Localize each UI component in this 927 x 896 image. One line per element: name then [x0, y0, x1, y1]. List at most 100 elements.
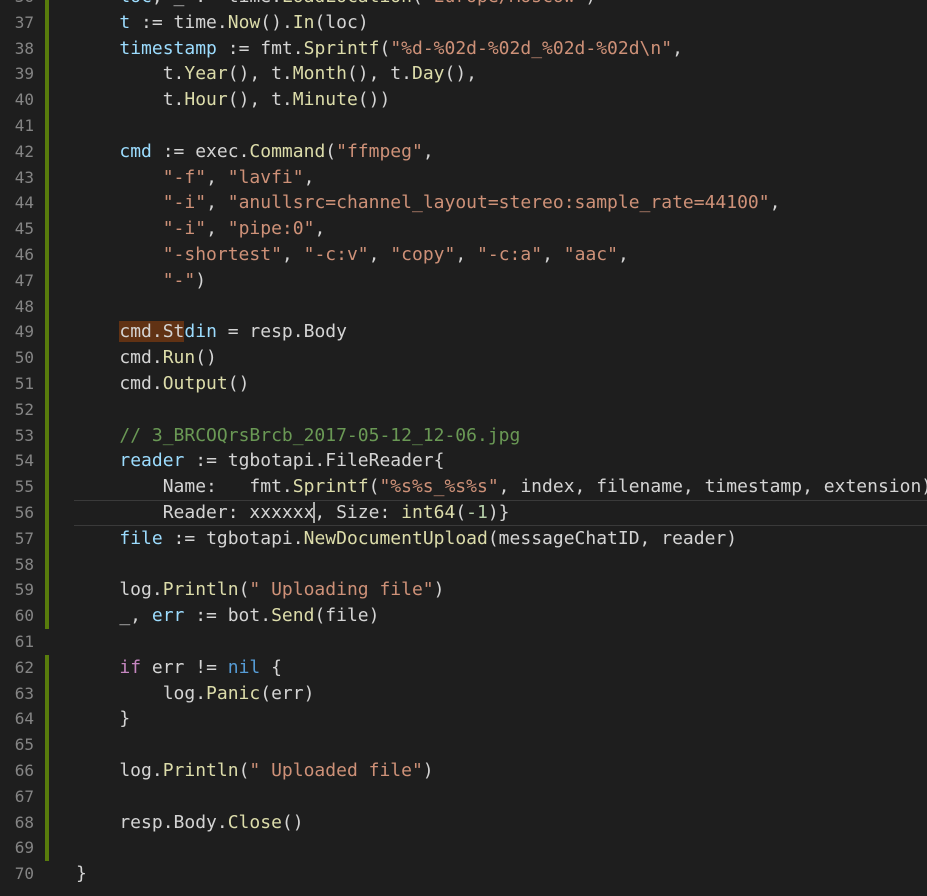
code-text[interactable]: if err != nil {	[76, 655, 282, 681]
line-number: 65	[14, 735, 34, 755]
code-line[interactable]: 36 loc, _ := time.LoadLocation("Europe/M…	[0, 0, 927, 10]
code-text[interactable]: "-shortest", "-c:v", "copy", "-c:a", "aa…	[76, 242, 629, 268]
line-number: 64	[14, 709, 34, 729]
code-editor[interactable]: 36 loc, _ := time.LoadLocation("Europe/M…	[0, 0, 927, 896]
code-text[interactable]: "-")	[76, 268, 206, 294]
code-text[interactable]: timestamp := fmt.Sprintf("%d-%02d-%02d_%…	[76, 36, 683, 62]
code-text[interactable]: _, err := bot.Send(file)	[76, 603, 379, 629]
code-token: t.	[76, 63, 185, 85]
code-line[interactable]: 51 cmd.Output()	[0, 370, 927, 397]
code-line[interactable]: 66 log.Println(" Uploaded file")	[0, 757, 927, 784]
code-line[interactable]: 41	[0, 112, 927, 139]
code-line[interactable]: 69	[0, 835, 927, 862]
code-text[interactable]: "-i", "anullsrc=channel_layout=stereo:sa…	[76, 190, 781, 216]
code-token: )	[433, 579, 445, 601]
line-number: 61	[14, 631, 34, 651]
code-line[interactable]: 50 cmd.Run()	[0, 345, 927, 371]
code-token: (	[368, 476, 380, 498]
code-line[interactable]: 62 if err != nil {	[0, 654, 927, 681]
code-text[interactable]: cmd.Output()	[76, 371, 249, 397]
code-token: "-"	[162, 269, 196, 291]
code-token: if	[119, 656, 142, 678]
code-text[interactable]: resp.Body.Close()	[76, 810, 303, 836]
code-text[interactable]: Reader: xxxxxx, Size: int64(-1)}	[76, 500, 510, 526]
code-line[interactable]: 68 resp.Body.Close()	[0, 809, 927, 836]
modified-line-indicator	[45, 525, 49, 552]
code-line[interactable]: 59 log.Println(" Uploading file")	[0, 577, 927, 604]
code-text[interactable]: cmd := exec.Command("ffmpeg",	[76, 139, 433, 165]
line-number: 51	[14, 373, 34, 393]
code-text[interactable]: // 3_BRCOQrsBrcb_2017-05-12_12-06.jpg	[76, 423, 520, 449]
code-line[interactable]: 58	[0, 551, 927, 578]
code-token: := fmt.	[216, 37, 304, 59]
line-number: 44	[14, 193, 34, 213]
code-line[interactable]: 40 t.Hour(), t.Minute())	[0, 87, 927, 113]
code-text[interactable]: loc, _ := time.LoadLocation("Europe/Mosc…	[76, 0, 596, 10]
code-line[interactable]: 61	[0, 629, 927, 655]
code-text[interactable]: log.Panic(err)	[76, 681, 315, 707]
code-token: In	[292, 11, 315, 33]
code-line[interactable]: 60 _, err := bot.Send(file)	[0, 603, 927, 629]
code-token: (	[238, 579, 250, 601]
code-text[interactable]: t := time.Now().In(loc)	[76, 10, 368, 36]
code-text[interactable]: Name: fmt.Sprintf("%s%s_%s%s", index, fi…	[76, 474, 927, 500]
code-line[interactable]: 46 "-shortest", "-c:v", "copy", "-c:a", …	[0, 241, 927, 268]
code-line[interactable]: 54 reader := tgbotapi.FileReader{	[0, 448, 927, 475]
code-line[interactable]: 55 Name: fmt.Sprintf("%s%s_%s%s", index,…	[0, 474, 927, 500]
code-text[interactable]: cmd.Run()	[76, 345, 217, 371]
code-line[interactable]: 57 file := tgbotapi.NewDocumentUpload(me…	[0, 525, 927, 552]
code-line[interactable]: 52	[0, 396, 927, 423]
code-token: ()	[227, 372, 250, 394]
code-token: Day	[411, 63, 445, 85]
code-line[interactable]: 56 Reader: xxxxxx, Size: int64(-1)}	[0, 499, 927, 526]
code-line[interactable]: 37 t := time.Now().In(loc)	[0, 9, 927, 36]
code-token: )	[585, 0, 596, 7]
code-line[interactable]: 44 "-i", "anullsrc=channel_layout=stereo…	[0, 190, 927, 217]
code-line[interactable]: 67	[0, 783, 927, 810]
code-line[interactable]: 53 // 3_BRCOQrsBrcb_2017-05-12_12-06.jpg	[0, 422, 927, 449]
line-number: 66	[14, 760, 34, 780]
line-number: 67	[14, 786, 34, 806]
code-line[interactable]: 63 log.Panic(err)	[0, 680, 927, 707]
code-line[interactable]: 38 timestamp := fmt.Sprintf("%d-%02d-%02…	[0, 35, 927, 62]
code-token: ,	[303, 166, 315, 188]
code-line[interactable]: 47 "-")	[0, 267, 927, 294]
code-line[interactable]: 49 cmd.Stdin = resp.Body	[0, 319, 927, 346]
code-text[interactable]: file := tgbotapi.NewDocumentUpload(messa…	[76, 526, 737, 552]
code-text[interactable]: log.Println(" Uploading file")	[76, 577, 444, 603]
code-line[interactable]: 39 t.Year(), t.Month(), t.Day(),	[0, 61, 927, 88]
code-text[interactable]: reader := tgbotapi.FileReader{	[76, 448, 444, 474]
code-token: t	[119, 11, 131, 33]
code-line[interactable]: 65	[0, 732, 927, 758]
code-token: Send	[271, 605, 315, 627]
code-text[interactable]: t.Year(), t.Month(), t.Day(),	[76, 61, 477, 87]
line-number: 42	[14, 141, 34, 161]
code-text[interactable]: }	[76, 861, 87, 887]
code-text[interactable]: "-i", "pipe:0",	[76, 216, 326, 242]
modified-line-indicator	[45, 448, 49, 475]
code-lines[interactable]: 36 loc, _ := time.LoadLocation("Europe/M…	[0, 0, 927, 887]
modified-line-indicator	[45, 732, 49, 758]
code-line[interactable]: 45 "-i", "pipe:0",	[0, 216, 927, 242]
code-line[interactable]: 70}	[0, 861, 927, 887]
modified-line-indicator	[45, 706, 49, 733]
code-line[interactable]: 64 }	[0, 706, 927, 733]
code-text[interactable]: }	[76, 706, 130, 732]
code-token: ,	[281, 243, 304, 265]
code-text[interactable]: log.Println(" Uploaded file")	[76, 758, 433, 784]
code-text[interactable]: t.Hour(), t.Minute())	[76, 87, 391, 113]
code-text[interactable]: cmd.Stdin = resp.Body	[76, 319, 347, 345]
code-line[interactable]: 42 cmd := exec.Command("ffmpeg",	[0, 138, 927, 165]
code-line[interactable]: 43 "-f", "lavfi",	[0, 164, 927, 191]
line-number: 46	[14, 244, 34, 264]
code-token: log.	[76, 682, 207, 704]
code-token: din	[184, 321, 217, 343]
code-line[interactable]: 48	[0, 293, 927, 320]
code-token: nil	[227, 656, 261, 678]
code-text[interactable]: "-f", "lavfi",	[76, 165, 315, 191]
modified-line-indicator	[45, 61, 49, 88]
code-token: := exec.	[151, 140, 250, 162]
code-token: ,	[769, 192, 781, 214]
line-number: 40	[14, 90, 34, 110]
code-token: Sprintf	[303, 37, 380, 59]
